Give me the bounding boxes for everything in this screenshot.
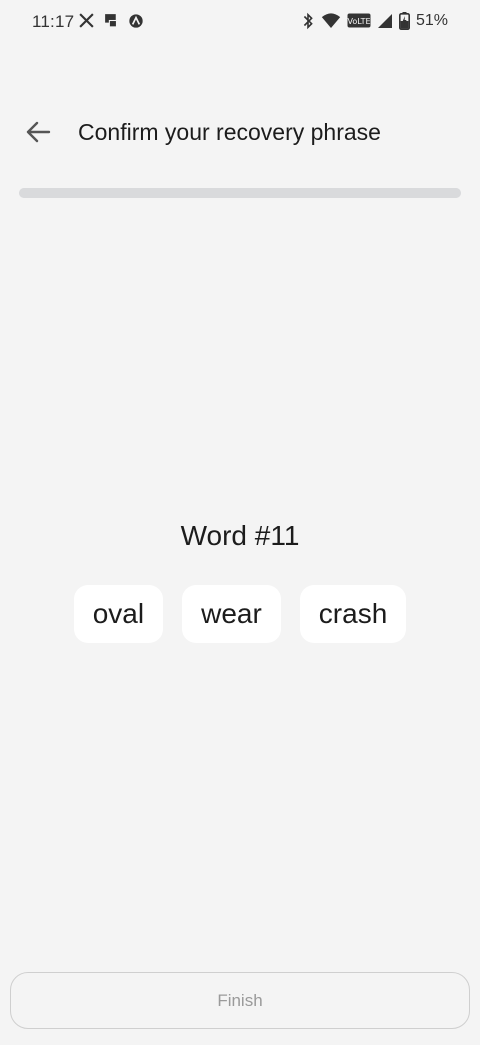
x-app-icon [78,12,95,30]
word-option-oval[interactable]: oval [73,585,164,643]
signal-icon [377,12,393,30]
finish-button[interactable]: Finish [10,972,470,1029]
page-title: Confirm your recovery phrase [78,119,381,145]
word-choices: oval wear crash [0,585,480,643]
battery-percentage: 51% [415,12,448,30]
volte-icon: VoLTE [347,12,371,30]
status-bar: 11:17 VoLTE 51% [0,0,480,44]
arrow-left-icon [24,118,52,146]
status-system-icons: VoLTE 51% [301,12,448,30]
progress-bar [19,188,461,198]
word-option-crash[interactable]: crash [299,585,407,643]
bluetooth-icon [301,12,315,30]
wifi-icon [321,12,341,30]
volte-label: VoLTE [347,17,370,26]
no-distraction-icon [128,12,144,30]
word-prompt: Word #11 [180,520,300,551]
status-time: 11:17 [32,12,75,31]
battery-charging-icon [398,12,410,30]
word-option-wear[interactable]: wear [182,585,281,643]
cast-icon [103,12,120,30]
app-header: Confirm your recovery phrase [0,104,480,160]
status-notification-icons [78,12,144,30]
progress-fill [19,188,461,198]
back-button[interactable] [20,114,56,150]
